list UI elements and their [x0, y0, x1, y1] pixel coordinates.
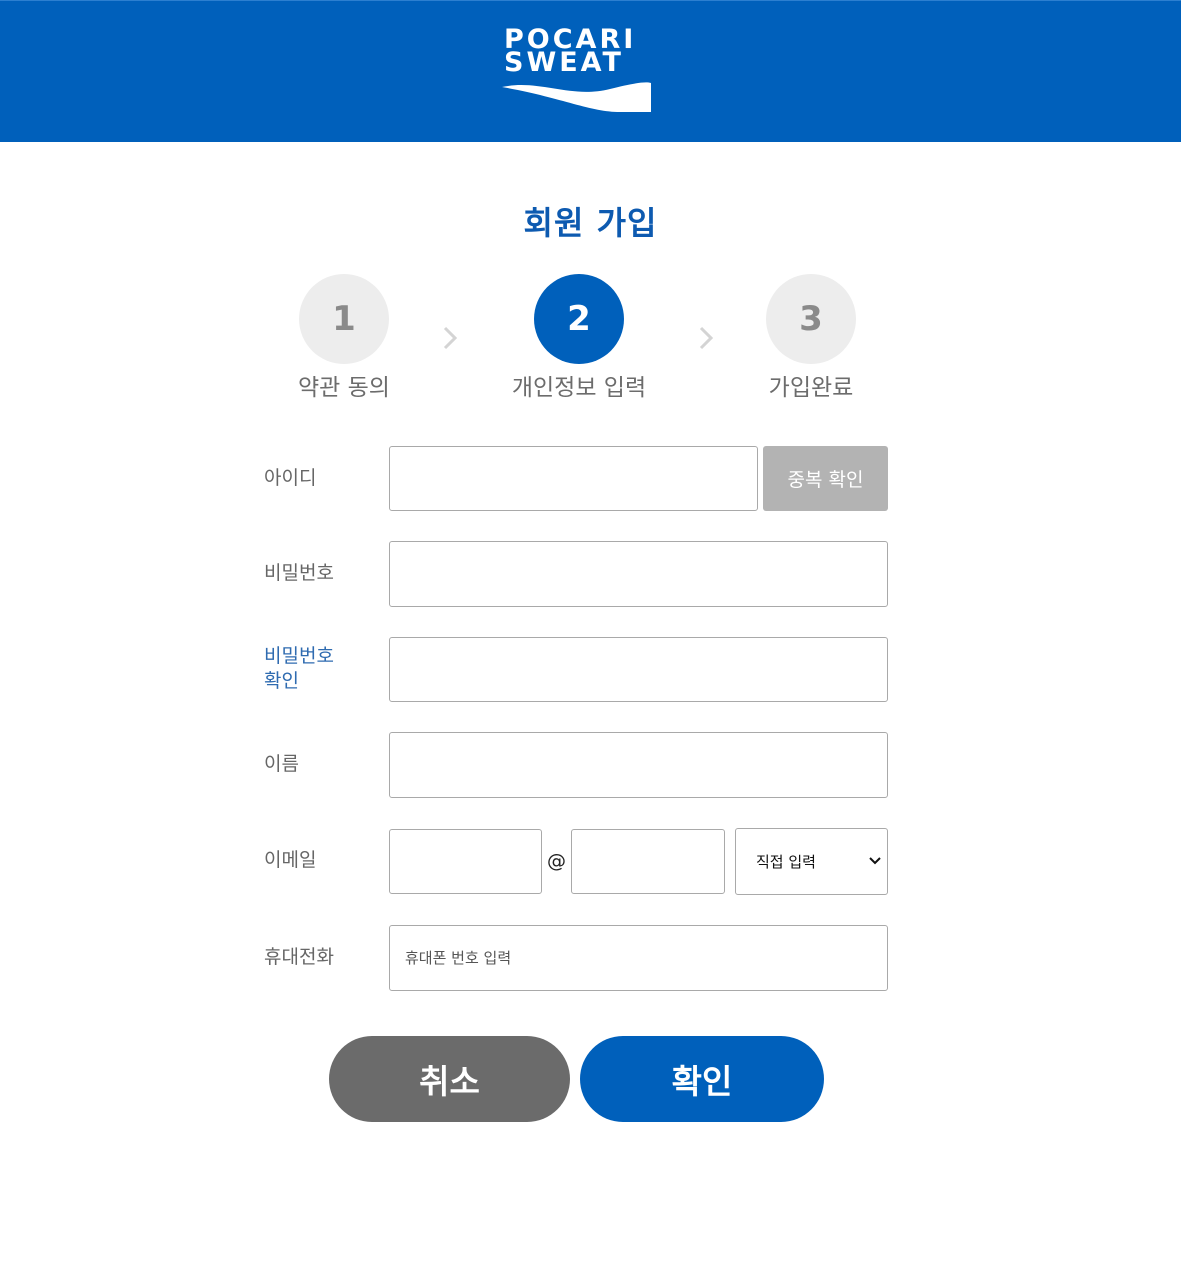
email-domain-select-value: 직접 입력	[756, 853, 816, 871]
email-local-input[interactable]	[389, 829, 542, 894]
pocari-sweat-logo[interactable]: POCARI SWEAT	[500, 25, 655, 115]
password-confirm-label-line2: 확인	[264, 670, 299, 692]
email-domain-input[interactable]	[571, 829, 725, 894]
chevron-down-icon	[869, 857, 881, 865]
phone-label: 휴대전화	[264, 946, 334, 968]
confirm-button[interactable]: 확인	[580, 1036, 824, 1122]
password-confirm-label-line1: 비밀번호	[264, 645, 334, 667]
step-1-circle: 1	[299, 274, 389, 364]
logo-line2: SWEAT	[504, 47, 624, 78]
page-title: 회원 가입	[523, 204, 658, 242]
step-2-circle: 2	[534, 274, 624, 364]
email-label: 이메일	[264, 849, 317, 871]
email-domain-select[interactable]: 직접 입력	[735, 828, 888, 895]
chevron-right-icon	[443, 326, 458, 350]
step-1-label: 약관 동의	[298, 375, 390, 401]
site-header: POCARI SWEAT	[0, 0, 1181, 142]
step-3-label: 가입완료	[768, 375, 854, 401]
email-at-sign: @	[547, 850, 566, 872]
chevron-right-icon	[699, 326, 714, 350]
step-3-circle: 3	[766, 274, 856, 364]
cancel-button[interactable]: 취소	[329, 1036, 570, 1122]
password-label: 비밀번호	[264, 562, 334, 584]
name-input[interactable]	[389, 732, 888, 798]
id-input[interactable]	[389, 446, 758, 511]
password-input[interactable]	[389, 541, 888, 607]
password-confirm-input[interactable]	[389, 637, 888, 702]
step-2-label: 개인정보 입력	[511, 375, 647, 401]
duplicate-check-button[interactable]: 중복 확인	[763, 446, 888, 511]
logo-wave-icon	[502, 82, 651, 112]
name-label: 이름	[264, 753, 299, 775]
phone-input[interactable]	[389, 925, 888, 991]
id-label: 아이디	[264, 467, 317, 489]
